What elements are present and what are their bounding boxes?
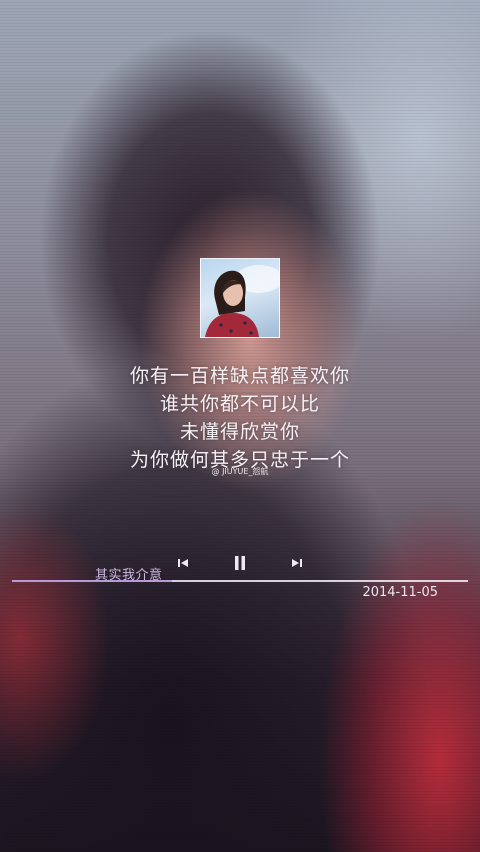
watermark-credit: @ JIUYUE_怨航 (211, 467, 269, 476)
pause-icon (235, 556, 245, 570)
playback-controls (0, 552, 480, 574)
song-date: 2014-11-05 (362, 585, 438, 600)
album-cover-portrait (205, 265, 279, 337)
skip-next-icon (292, 559, 302, 567)
next-button[interactable] (286, 552, 308, 574)
progress-bar[interactable] (12, 580, 468, 582)
pause-button[interactable] (228, 552, 252, 574)
lyrics-panel: 你有一百样缺点都喜欢你 谁共你都不可以比 未懂得欣赏你 为你做何其多只忠于一个 (0, 362, 480, 474)
progress-fill (12, 580, 172, 582)
lyric-line: 你有一百样缺点都喜欢你 (129, 365, 350, 387)
lyric-line: 未懂得欣赏你 (179, 421, 300, 443)
skip-previous-icon (178, 559, 188, 567)
music-player-screen: 你有一百样缺点都喜欢你 谁共你都不可以比 未懂得欣赏你 为你做何其多只忠于一个 … (0, 0, 480, 852)
lyric-line: 谁共你都不可以比 (159, 393, 320, 415)
album-cover[interactable] (200, 258, 280, 338)
previous-button[interactable] (172, 552, 194, 574)
